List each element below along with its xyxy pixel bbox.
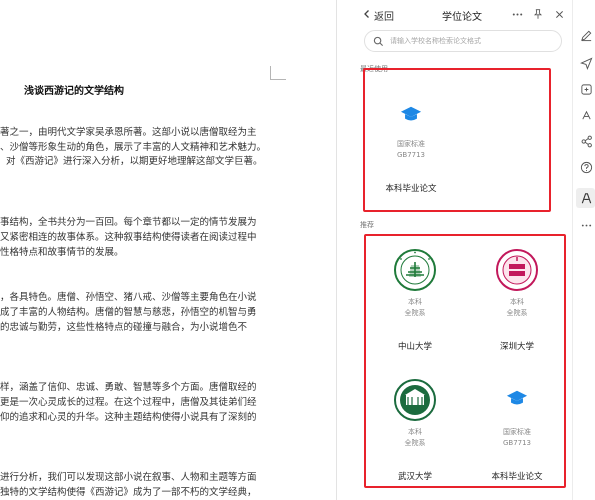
card-standard-label: 国家标准 (503, 428, 531, 436)
margin-corner-mark (270, 66, 286, 80)
card-standard-code: GB7713 (396, 151, 426, 159)
document-page: 浅谈西游记的文学结构 著之一，由明代文学家吴承恩所著。这部小说以唐僧取经为主 、… (0, 0, 336, 500)
card-scope-label: 全院系 (404, 309, 426, 317)
close-icon[interactable] (552, 7, 566, 21)
szu-logo-icon (495, 248, 539, 296)
card-level-label: 本科 (408, 428, 422, 436)
recent-card-gb7713[interactable]: 国家标准 GB7713 本科毕业论文 (366, 98, 456, 198)
card-scope-label: 全院系 (506, 309, 528, 317)
back-button[interactable]: 返回 (362, 8, 394, 23)
more-dots-icon[interactable] (579, 218, 593, 232)
card-name: 本科毕业论文 (491, 472, 543, 482)
recommend-card-gb7713[interactable]: 国家标准 GB7713 本科毕业论文 (472, 378, 562, 482)
right-toolbar-rail (572, 0, 595, 500)
panel-gap (337, 0, 354, 500)
thesis-format-panel: 返回 学位论文 最近使用 国家标准 GB7713 本科毕业论文 推荐 (354, 0, 572, 500)
card-level-label: 本科 (510, 298, 524, 306)
search-icon (373, 32, 384, 51)
tools-icon[interactable] (579, 82, 593, 96)
panel-header: 返回 学位论文 (354, 0, 572, 30)
tools-icon[interactable] (579, 108, 593, 122)
search-box (364, 30, 562, 52)
doc-line: 对《西游记》进行深入分析，以期更好地理解这部文学巨著。 (6, 156, 263, 167)
card-name: 武汉大学 (397, 472, 432, 482)
format-icon[interactable] (579, 191, 593, 205)
send-icon[interactable] (579, 56, 593, 70)
card-level-label: 本科 (408, 298, 422, 306)
doc-line: 进行分析，我们可以发现这部小说在叙事、人物和主题等方面 (0, 472, 257, 483)
card-standard-label: 国家标准 (397, 140, 425, 148)
doc-line: 著之一，由明代文学家吴承恩所著。这部小说以唐僧取经为主 (0, 127, 257, 138)
graduation-cap-icon (506, 388, 528, 414)
whu-logo-icon (393, 378, 437, 426)
card-name: 深圳大学 (499, 342, 534, 352)
search-input[interactable] (390, 37, 560, 45)
panel-title: 学位论文 (442, 12, 482, 23)
doc-line: 事结构，全书共分为一百回。每个章节都以一定的情节发展为 (0, 217, 257, 228)
recommend-card-whu[interactable]: 本科 全院系 武汉大学 (370, 378, 460, 482)
document-title: 浅谈西游记的文学结构 (24, 86, 124, 97)
card-name: 本科毕业论文 (385, 184, 437, 194)
doc-line: 样，涵盖了信仰、忠诚、勇敢、智慧等多个方面。唐僧取经的 (0, 382, 257, 393)
card-standard-code: GB7713 (502, 439, 532, 447)
sysu-logo-icon (393, 248, 437, 296)
doc-line: ，各具特色。唐僧、孙悟空、猪八戒、沙僧等主要角色在小说 (0, 292, 257, 303)
card-name: 中山大学 (397, 342, 432, 352)
more-icon[interactable] (510, 7, 524, 21)
doc-line: 仰的追求和心灵的升华。这种主题结构使得小说具有了深刻的 (0, 412, 257, 423)
doc-line: 又紧密相连的故事体系。这种叙事结构使得读者在阅读过程中 (0, 232, 257, 243)
share-icon[interactable] (579, 134, 593, 148)
back-label: 返回 (374, 12, 394, 23)
doc-line: 性格特点和故事情节的发展。 (0, 247, 124, 258)
doc-line: 成了丰富的人物结构。唐僧的智慧与慈悲，孙悟空的机智与勇 (0, 307, 257, 318)
card-scope-label: 全院系 (404, 439, 426, 447)
recommend-card-szu[interactable]: 本科 全院系 深圳大学 (472, 248, 562, 352)
doc-line: 独特的文学结构使得《西游记》成为了一部不朽的文学经典， (0, 487, 257, 498)
edit-icon[interactable] (579, 28, 593, 42)
recommend-card-sysu[interactable]: 本科 全院系 中山大学 (370, 248, 460, 352)
help-icon[interactable] (579, 160, 593, 174)
doc-line: 更是一次心灵成长的过程。在这个过程中，唐僧及其徒弟们经 (0, 397, 257, 408)
graduation-cap-icon (400, 104, 422, 130)
recommend-section-label: 推荐 (360, 221, 374, 229)
doc-line: 、沙僧等形象生动的角色，展示了丰富的人文精神和艺术魅力。 (0, 142, 267, 153)
pin-icon[interactable] (531, 7, 545, 21)
chevron-left-icon (362, 9, 372, 22)
doc-line: 的忠诚与勤劳，这些性格特点的碰撞与融合，为小说增色不 (0, 322, 248, 333)
